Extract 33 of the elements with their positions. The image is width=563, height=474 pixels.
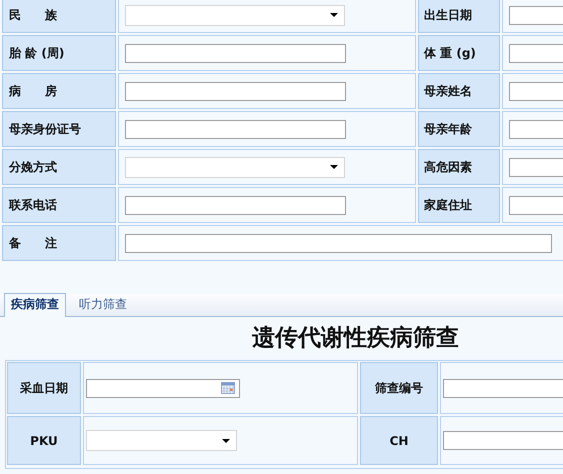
field-label: 分娩方式 — [8, 158, 57, 176]
field-label: 体 重 (g) — [422, 44, 476, 62]
input-field[interactable] — [125, 82, 346, 100]
field-label: 母亲姓名 — [423, 82, 472, 100]
dropdown[interactable] — [125, 4, 345, 26]
field-label: CH — [360, 416, 438, 465]
date-field[interactable] — [86, 378, 240, 398]
caret-icon — [330, 165, 338, 169]
input-field[interactable] — [125, 120, 346, 138]
input-field[interactable] — [125, 234, 552, 252]
field-label: 民 族 — [8, 6, 57, 24]
field-label: 母亲年龄 — [423, 120, 472, 138]
field-label: 备 注 — [8, 234, 57, 252]
dropdown[interactable] — [125, 156, 345, 178]
field-label: 病 房 — [8, 82, 57, 100]
field-label: 采血日期 — [7, 362, 81, 414]
caret-icon — [222, 438, 230, 442]
field-label: 胎 龄 (周) — [8, 44, 64, 62]
field-label: PKU — [7, 416, 81, 465]
field-label: 家庭住址 — [423, 196, 472, 214]
tab[interactable]: 疾病筛查 — [4, 293, 66, 317]
caret-icon — [330, 13, 338, 17]
field-label: 母亲身份证号 — [8, 120, 81, 138]
tab[interactable]: 听力筛查 — [72, 293, 134, 316]
input-field[interactable] — [125, 44, 346, 62]
field-label: 筛查编号 — [360, 362, 438, 414]
field-label: 出生日期 — [423, 6, 472, 24]
dropdown[interactable] — [86, 430, 237, 451]
section-title: 遗传代谢性疾病筛查 — [252, 323, 460, 353]
field-label: 高危因素 — [423, 158, 472, 176]
field-label: 联系电话 — [8, 196, 57, 214]
calendar-icon[interactable] — [221, 382, 235, 394]
input-field[interactable] — [125, 196, 346, 214]
